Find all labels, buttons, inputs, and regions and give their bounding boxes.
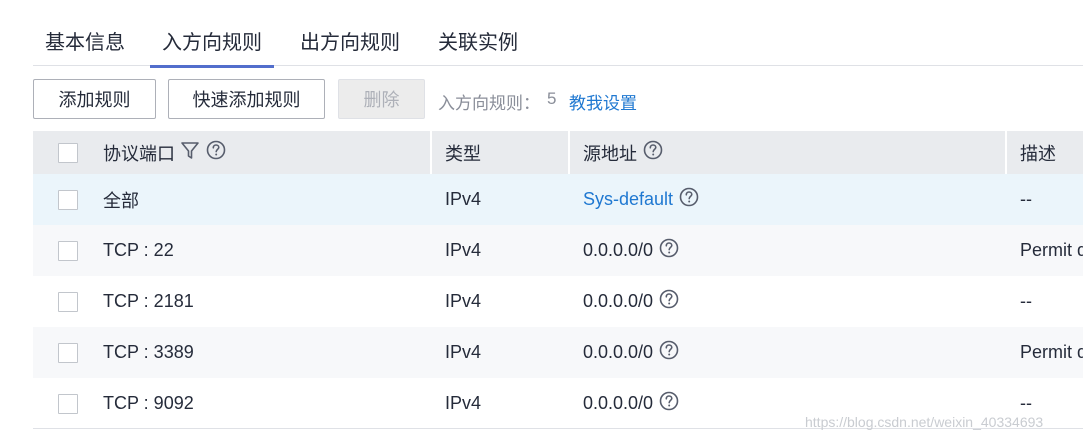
description-header: 描述	[1020, 143, 1056, 164]
source-cell: 0.0.0.0/0	[583, 378, 679, 429]
watermark: https://blog.csdn.net/weixin_40334693	[805, 414, 1044, 430]
source-value: 0.0.0.0/0	[583, 342, 654, 362]
help-icon[interactable]	[643, 140, 663, 165]
add-rule-button[interactable]: 添加规则	[33, 79, 156, 119]
description-cell: --	[1020, 189, 1032, 209]
filter-icon[interactable]	[180, 140, 200, 165]
help-icon[interactable]	[679, 187, 699, 212]
row-checkbox[interactable]	[58, 342, 78, 363]
help-icon[interactable]	[659, 238, 679, 263]
row-checkbox-cell	[58, 378, 78, 429]
type-cell: IPv4	[445, 189, 482, 209]
source-value: 0.0.0.0/0	[583, 240, 654, 260]
row-checkbox-cell	[58, 225, 78, 276]
tab-associated-instances[interactable]: 关联实例	[438, 26, 518, 66]
source-cell: 0.0.0.0/0	[583, 327, 679, 378]
column-divider	[568, 131, 570, 174]
select-all-cell	[58, 131, 78, 174]
description-cell: --	[1020, 291, 1032, 311]
rule-count-label: 入方向规则：	[438, 94, 540, 113]
table-row: TCP : 2181 IPv4 0.0.0.0/0 --	[33, 276, 1083, 327]
table-row: TCP : 22 IPv4 0.0.0.0/0 Permit d	[33, 225, 1083, 276]
description-cell: Permit d	[1020, 240, 1083, 260]
type-cell: IPv4	[445, 393, 482, 413]
quick-add-rule-button[interactable]: 快速添加规则	[168, 79, 325, 119]
row-checkbox-cell	[58, 327, 78, 378]
source-value: 0.0.0.0/0	[583, 393, 654, 413]
type-cell: IPv4	[445, 342, 482, 362]
tab-outbound-rules[interactable]: 出方向规则	[300, 26, 400, 66]
protocol-port-cell: 全部	[103, 190, 139, 211]
column-divider	[430, 131, 432, 174]
row-checkbox[interactable]	[58, 393, 78, 414]
help-icon[interactable]	[659, 289, 679, 314]
rules-table: 协议端口 类型 源地址 描述 全部 IPv4 Sys-default -- TC…	[33, 131, 1083, 429]
rule-count-value: 5	[547, 89, 557, 108]
source-link[interactable]: Sys-default	[583, 189, 673, 210]
help-icon[interactable]	[206, 140, 226, 165]
table-row: 全部 IPv4 Sys-default --	[33, 174, 1083, 225]
table-row: TCP : 3389 IPv4 0.0.0.0/0 Permit d	[33, 327, 1083, 378]
type-cell: IPv4	[445, 240, 482, 260]
toolbar: 添加规则 快速添加规则 删除 入方向规则： 5 教我设置	[33, 79, 1083, 119]
protocol-port-cell: TCP : 22	[103, 240, 174, 260]
select-all-checkbox[interactable]	[58, 142, 78, 163]
help-icon[interactable]	[659, 391, 679, 416]
source-cell: Sys-default	[583, 174, 699, 225]
type-cell: IPv4	[445, 291, 482, 311]
protocol-port-header-label: 协议端口	[103, 143, 175, 164]
delete-button[interactable]: 删除	[338, 79, 425, 119]
protocol-port-header: 协议端口	[103, 131, 226, 174]
help-icon[interactable]	[659, 340, 679, 365]
row-checkbox-cell	[58, 174, 78, 225]
help-setup-link[interactable]: 教我设置	[569, 89, 637, 114]
row-checkbox-cell	[58, 276, 78, 327]
source-value: 0.0.0.0/0	[583, 291, 654, 311]
row-checkbox[interactable]	[58, 240, 78, 261]
type-header: 类型	[445, 143, 481, 164]
table-header: 协议端口 类型 源地址 描述	[33, 131, 1083, 174]
tab-bar: 基本信息 入方向规则 出方向规则 关联实例	[33, 0, 1083, 68]
protocol-port-cell: TCP : 9092	[103, 393, 194, 413]
tab-inbound-rules[interactable]: 入方向规则	[150, 26, 274, 68]
source-header-label: 源地址	[583, 143, 637, 164]
source-cell: 0.0.0.0/0	[583, 225, 679, 276]
source-cell: 0.0.0.0/0	[583, 276, 679, 327]
source-header: 源地址	[583, 131, 663, 174]
column-divider	[1005, 131, 1007, 174]
protocol-port-cell: TCP : 2181	[103, 291, 194, 311]
description-cell: Permit d	[1020, 342, 1083, 362]
protocol-port-cell: TCP : 3389	[103, 342, 194, 362]
tab-basic-info[interactable]: 基本信息	[45, 26, 125, 66]
row-checkbox[interactable]	[58, 291, 78, 312]
row-checkbox[interactable]	[58, 189, 78, 210]
